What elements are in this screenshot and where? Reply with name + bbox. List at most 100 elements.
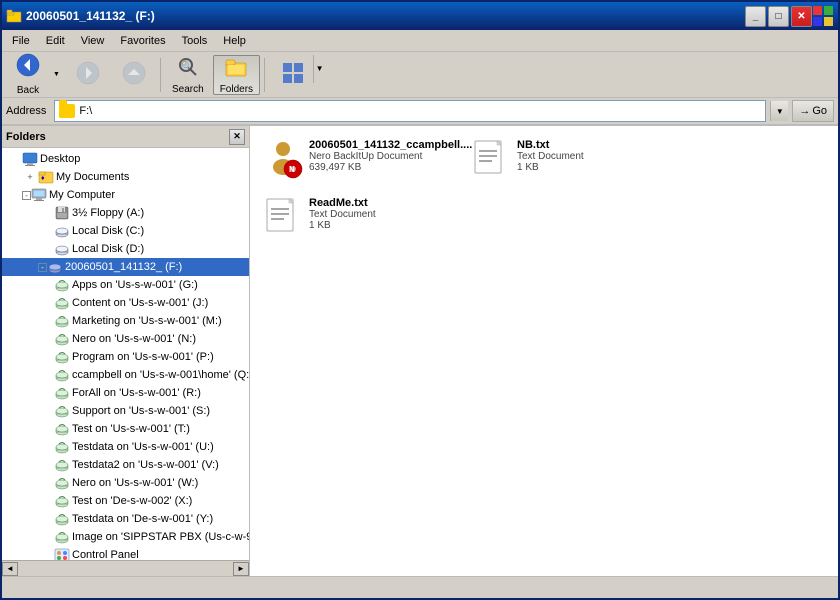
- sidebar-item-desktop[interactable]: Desktop: [2, 150, 249, 168]
- minimize-button[interactable]: _: [745, 6, 766, 27]
- netdrive-sipp-icon: [54, 529, 70, 545]
- folders-label: Folders: [220, 84, 253, 95]
- maximize-button[interactable]: □: [768, 6, 789, 27]
- sidebar-item-x[interactable]: Test on 'De-s-w-002' (X:): [2, 492, 249, 510]
- netdrive-s-icon: [54, 403, 70, 419]
- netdrive-j-icon: [54, 295, 70, 311]
- menu-view[interactable]: View: [73, 33, 113, 49]
- sidebar-item-label-drive-c: Local Disk (C:): [72, 225, 144, 237]
- expand-icon-m: [38, 313, 54, 329]
- nb-file-icon: [471, 139, 511, 179]
- search-button[interactable]: 🔍 Search: [165, 55, 211, 95]
- sidebar-item-label-t: Test on 'Us-s-w-001' (T:): [72, 423, 190, 435]
- sidebar-item-label-w: Nero on 'Us-s-w-001' (W:): [72, 477, 198, 489]
- sidebar-item-q[interactable]: ccampbell on 'Us-s-w-001\home' (Q:): [2, 366, 249, 384]
- sidebar-item-p[interactable]: Program on 'Us-s-w-001' (P:): [2, 348, 249, 366]
- sidebar-item-label-u: Testdata on 'Us-s-w-001' (U:): [72, 441, 214, 453]
- file-size-readme: 1 KB: [309, 220, 376, 231]
- sidebar-item-drive-f[interactable]: - 20060501_141132_ (F:): [2, 258, 249, 276]
- content-area: N 20060501_141132_ccampbell.... Nero Bac…: [250, 126, 838, 576]
- drive-c-icon: [54, 223, 70, 239]
- sidebar-close-button[interactable]: ✕: [229, 129, 245, 145]
- sidebar-item-r[interactable]: ForAll on 'Us-s-w-001' (R:): [2, 384, 249, 402]
- expand-icon-u: [38, 439, 54, 455]
- window-title: 20060501_141132_ (F:): [26, 9, 745, 23]
- scroll-right-btn[interactable]: ►: [233, 562, 249, 576]
- statusbar: [2, 576, 838, 598]
- svg-text:♦: ♦: [41, 175, 45, 182]
- expand-icon-y: [38, 511, 54, 527]
- back-button-group: Back ▼: [6, 55, 64, 95]
- address-folder-icon: [59, 104, 75, 118]
- expand-icon-floppy: [38, 205, 54, 221]
- sidebar-item-m[interactable]: Marketing on 'Us-s-w-001' (M:): [2, 312, 249, 330]
- sidebar-item-t[interactable]: Test on 'Us-s-w-001' (T:): [2, 420, 249, 438]
- close-button[interactable]: ✕: [791, 6, 812, 27]
- menu-edit[interactable]: Edit: [38, 33, 73, 49]
- netdrive-v-icon: [54, 457, 70, 473]
- sidebar-item-s[interactable]: Support on 'Us-s-w-001' (S:): [2, 402, 249, 420]
- expand-icon-mycomputer: -: [22, 191, 31, 200]
- expand-icon-v: [38, 457, 54, 473]
- back-label: Back: [17, 85, 39, 96]
- up-icon: [122, 61, 146, 88]
- sidebar-item-v[interactable]: Testdata2 on 'Us-s-w-001' (V:): [2, 456, 249, 474]
- folders-button[interactable]: Folders: [213, 55, 260, 95]
- sidebar-item-drive-c[interactable]: Local Disk (C:): [2, 222, 249, 240]
- floppy-icon: [54, 205, 70, 221]
- search-label: Search: [172, 84, 204, 95]
- expand-icon-r: [38, 385, 54, 401]
- up-button[interactable]: [112, 55, 156, 95]
- scroll-left-btn[interactable]: ◄: [2, 562, 18, 576]
- sidebar-item-mycomputer[interactable]: - My Computer: [2, 186, 249, 204]
- back-button[interactable]: Back: [6, 55, 50, 95]
- sidebar-scrollbar-horizontal[interactable]: ◄ ►: [2, 560, 249, 576]
- views-button-group: ▼: [269, 55, 325, 95]
- menu-help[interactable]: Help: [215, 33, 254, 49]
- expand-icon-x: [38, 493, 54, 509]
- file-grid: N 20060501_141132_ccampbell.... Nero Bac…: [258, 134, 830, 242]
- netdrive-p-icon: [54, 349, 70, 365]
- sidebar-item-n[interactable]: Nero on 'Us-s-w-001' (N:): [2, 330, 249, 348]
- sidebar-item-label-m: Marketing on 'Us-s-w-001' (M:): [72, 315, 222, 327]
- menu-file[interactable]: File: [4, 33, 38, 49]
- sidebar-item-label-desktop: Desktop: [40, 153, 80, 165]
- file-info-nb: NB.txt Text Document 1 KB: [517, 139, 584, 173]
- sidebar: Folders ✕ Desktop: [2, 126, 250, 576]
- title-controls: _ □ ✕: [745, 6, 812, 27]
- sidebar-item-j[interactable]: Content on 'Us-s-w-001' (J:): [2, 294, 249, 312]
- sidebar-item-sipp[interactable]: Image on 'SIPPSTAR PBX (Us-c-w-90: [2, 528, 249, 546]
- sidebar-item-w[interactable]: Nero on 'Us-s-w-001' (W:): [2, 474, 249, 492]
- file-item-nb[interactable]: NB.txt Text Document 1 KB: [466, 134, 666, 184]
- svg-text:🔍: 🔍: [181, 60, 192, 71]
- sidebar-item-controlpanel[interactable]: Control Panel: [2, 546, 249, 560]
- menu-tools[interactable]: Tools: [174, 33, 216, 49]
- forward-button[interactable]: [66, 55, 110, 95]
- sidebar-item-label-mydocs: My Documents: [56, 171, 129, 183]
- sidebar-tree[interactable]: Desktop + ♦ My Documents: [2, 148, 249, 560]
- sidebar-item-label-r: ForAll on 'Us-s-w-001' (R:): [72, 387, 201, 399]
- sidebar-item-y[interactable]: Testdata on 'De-s-w-001' (Y:): [2, 510, 249, 528]
- sidebar-item-label-sipp: Image on 'SIPPSTAR PBX (Us-c-w-90: [72, 531, 249, 543]
- menu-favorites[interactable]: Favorites: [112, 33, 173, 49]
- sidebar-item-u[interactable]: Testdata on 'Us-s-w-001' (U:): [2, 438, 249, 456]
- back-dropdown-arrow[interactable]: ▼: [50, 55, 64, 95]
- sidebar-item-g[interactable]: Apps on 'Us-s-w-001' (G:): [2, 276, 249, 294]
- sidebar-item-drive-d[interactable]: Local Disk (D:): [2, 240, 249, 258]
- sidebar-item-floppy[interactable]: 3½ Floppy (A:): [2, 204, 249, 222]
- views-dropdown-arrow[interactable]: ▼: [313, 55, 325, 83]
- toolbar-separator-2: [264, 58, 265, 92]
- address-dropdown-arrow[interactable]: ▼: [770, 101, 788, 121]
- file-item-readme[interactable]: ReadMe.txt Text Document 1 KB: [258, 192, 458, 242]
- expand-icon-drive-c: [38, 223, 54, 239]
- sidebar-item-mydocs[interactable]: + ♦ My Documents: [2, 168, 249, 186]
- go-button[interactable]: → Go: [792, 100, 834, 122]
- netdrive-n-icon: [54, 331, 70, 347]
- toolbar: Back ▼: [2, 52, 838, 98]
- sidebar-item-label-g: Apps on 'Us-s-w-001' (G:): [72, 279, 198, 291]
- netdrive-x-icon: [54, 493, 70, 509]
- views-button[interactable]: [269, 55, 313, 95]
- sidebar-header-label: Folders: [6, 131, 46, 143]
- address-input[interactable]: [79, 105, 761, 117]
- file-item-nero[interactable]: N 20060501_141132_ccampbell.... Nero Bac…: [258, 134, 458, 184]
